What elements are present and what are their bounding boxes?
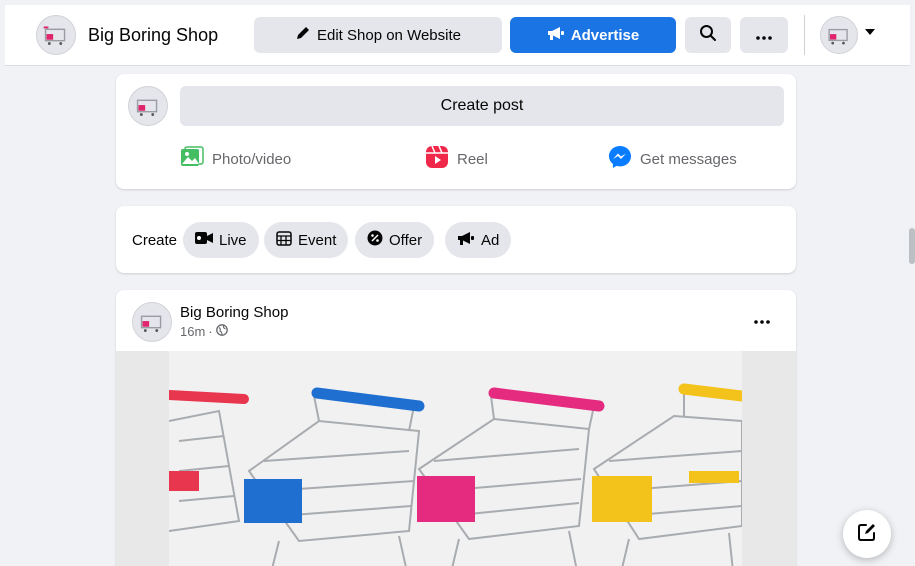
- more-options-button[interactable]: [740, 17, 788, 53]
- post-meta: 16m ·: [180, 324, 228, 339]
- advertise-button[interactable]: Advertise: [510, 17, 676, 53]
- meta-separator: ·: [208, 324, 213, 339]
- create-label: Create: [132, 232, 178, 249]
- pencil-icon: [295, 25, 311, 45]
- ad-label: Ad: [481, 231, 500, 249]
- live-button[interactable]: Live: [183, 222, 259, 258]
- live-video-icon: [195, 231, 213, 249]
- post-author-name[interactable]: Big Boring Shop: [180, 304, 288, 321]
- edit-shop-button[interactable]: Edit Shop on Website: [254, 17, 502, 53]
- ad-button[interactable]: Ad: [445, 222, 512, 258]
- globe-icon: [215, 324, 228, 339]
- more-icon: [754, 311, 770, 329]
- calendar-icon: [276, 230, 292, 250]
- create-post-card: Create post Photo/video Reel Get message…: [116, 74, 796, 189]
- shop-name[interactable]: Big Boring Shop: [88, 25, 218, 46]
- advertise-label: Advertise: [570, 26, 640, 44]
- photo-video-label: Photo/video: [212, 150, 292, 168]
- post-card: Big Boring Shop 16m ·: [116, 290, 796, 566]
- caret-down-icon[interactable]: [865, 29, 875, 35]
- photo-video-action[interactable]: Photo/video: [180, 144, 291, 174]
- event-label: Event: [298, 231, 337, 249]
- new-message-button[interactable]: [843, 510, 891, 558]
- offer-label: Offer: [389, 231, 423, 249]
- shop-avatar[interactable]: [36, 15, 76, 55]
- event-button[interactable]: Event: [264, 222, 349, 258]
- compose-icon: [857, 522, 877, 547]
- messenger-icon: [608, 145, 632, 173]
- get-messages-label: Get messages: [640, 150, 737, 168]
- shopping-carts-photo: [169, 351, 742, 566]
- get-messages-action[interactable]: Get messages: [608, 144, 737, 174]
- reel-action[interactable]: Reel: [425, 144, 488, 174]
- more-icon: [756, 27, 772, 44]
- composer-avatar[interactable]: [128, 86, 168, 126]
- offer-button[interactable]: Offer: [355, 222, 435, 258]
- scrollbar-thumb[interactable]: [909, 228, 915, 264]
- post-author-avatar[interactable]: [132, 302, 172, 342]
- reel-label: Reel: [457, 150, 488, 168]
- live-label: Live: [219, 231, 247, 249]
- megaphone-icon: [457, 230, 475, 250]
- edit-shop-label: Edit Shop on Website: [317, 26, 461, 44]
- create-post-button[interactable]: Create post: [180, 86, 784, 126]
- post-timestamp[interactable]: 16m: [180, 324, 205, 339]
- reel-icon: [425, 145, 449, 173]
- header-divider: [804, 15, 805, 55]
- page-header: Big Boring Shop Edit Shop on Website Adv…: [5, 5, 910, 66]
- search-button[interactable]: [685, 17, 731, 53]
- post-options-button[interactable]: [746, 306, 778, 334]
- megaphone-icon: [547, 25, 565, 45]
- create-bar-card: Create Live Event Offer Ad: [116, 206, 796, 273]
- post-image[interactable]: [116, 351, 796, 566]
- offer-icon: [367, 230, 383, 250]
- profile-avatar[interactable]: [820, 16, 858, 54]
- search-icon: [699, 24, 717, 46]
- photo-icon: [180, 145, 204, 173]
